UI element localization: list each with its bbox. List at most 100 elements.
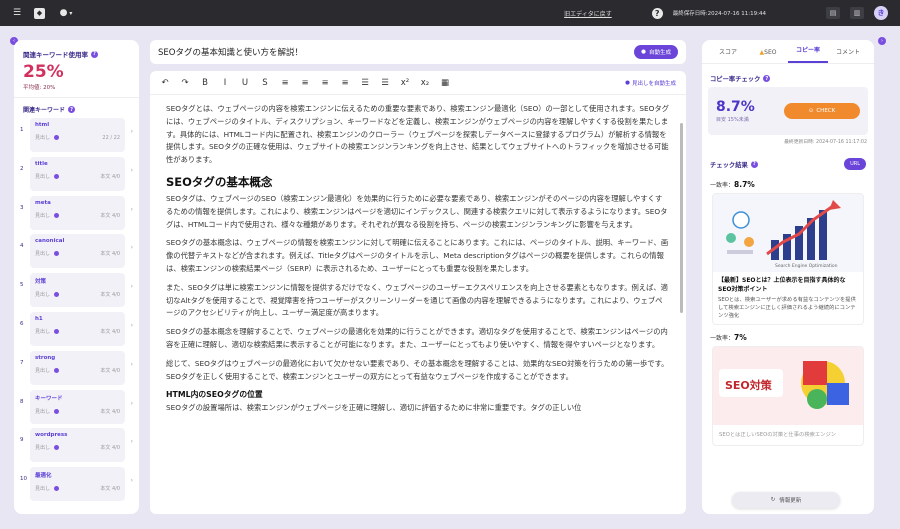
keyword-card[interactable]: wordpress 見出し 本文 4/0 [30,428,125,463]
expand-icon[interactable]: › [125,273,133,290]
expand-icon[interactable]: › [125,428,133,445]
align-justify-icon[interactable]: ≡ [340,78,350,88]
keyword-name: meta [35,199,51,206]
old-editor-link[interactable]: 旧エディタに戻す [564,9,612,18]
expand-icon[interactable]: › [125,312,133,329]
keyword-rank: 7 [20,359,24,366]
copy-rate-card: 8.7% 目安 15%未満 ⊙ CHECK [708,87,868,135]
keyword-name: html [35,122,50,128]
keyword-row[interactable]: 7 strong 見出し 本文 4/0 › [20,350,133,390]
tab-comment[interactable]: コメント [828,47,868,63]
right-collapse-icon[interactable]: › [878,37,886,45]
keyword-count: 本文 4/0 [100,292,120,299]
keyword-card[interactable]: h1 見出し 本文 4/0 [30,311,125,346]
ai-generate-label: 自動生成 [648,50,671,56]
result-card-1[interactable]: Search Engine Optimization 【最新】SEOとは？上位表… [712,193,864,325]
expand-icon[interactable]: › [125,196,133,213]
results-url-button[interactable]: URL [844,158,866,170]
keyword-meta: 見出し 本文 4/0 [35,408,120,415]
keyword-card[interactable]: strong 見出し 本文 4/0 [30,350,125,385]
keyword-row[interactable]: 4 canonical 見出し 本文 4/0 › [20,234,133,273]
expand-icon[interactable]: › [125,351,133,368]
view-list-icon[interactable]: ▤ [826,7,840,19]
tab-seo[interactable]: ▲SEO [748,49,788,63]
keyword-row[interactable]: 6 h1 見出し 本文 4/0 › [20,311,133,351]
auto-heading-label: 見出しを自動生成 [631,80,676,87]
strikethrough-icon[interactable]: S [260,78,270,88]
scrollbar[interactable] [680,123,683,313]
keyword-row[interactable]: 9 wordpress 見出し 本文 4/0 › [20,428,133,467]
keyword-meta: 見出し 本文 4/0 [35,444,120,451]
tab-score[interactable]: スコア [708,47,748,63]
match-rate-2: 一致率：7% [702,325,874,346]
check-button[interactable]: ⊙ CHECK [784,103,860,119]
analysis-panel: スコア ▲SEO コピー率 コメント コピー率チェック ? 8.7% 目安 15… [702,40,874,514]
result-description: SEOとは、検索ユーザーが求める有益なコンテンツを提供して検索エンジンに正しく評… [718,297,856,319]
undo-icon[interactable]: ↶ [160,78,170,88]
expand-icon[interactable]: › [125,118,133,135]
keyword-card[interactable]: canonical 見出し 本文 4/0 [30,234,125,269]
superscript-icon[interactable]: x² [400,78,410,88]
info-icon[interactable]: ? [750,160,758,168]
numbered-list-icon[interactable]: ☰ [380,78,390,88]
help-icon[interactable]: ? [651,7,663,19]
keyword-card[interactable]: title 見出し 本文 4/0 [30,156,125,191]
keyword-row[interactable]: 5 対策 見出し 本文 4/0 › [20,273,133,312]
status-dot-icon [54,486,60,492]
keyword-card[interactable]: html 見出し 22 / 22 [30,118,125,152]
expand-icon[interactable]: › [125,467,133,484]
avatar[interactable]: き [874,6,888,20]
tab-copy-rate[interactable]: コピー率 [788,45,828,63]
align-right-icon[interactable]: ≡ [320,78,330,88]
keyword-count: 本文 4/0 [100,173,120,180]
match-rate-value: 7% [734,333,747,342]
match-rate-label: 一致率： [710,335,735,342]
keyword-card[interactable]: 最適化 見出し 本文 4/0 [30,467,125,502]
workspace-icon[interactable]: ● ▾ [55,6,77,20]
align-left-icon[interactable]: ≡ [280,78,290,88]
underline-icon[interactable]: U [240,78,250,88]
align-center-icon[interactable]: ≡ [300,78,310,88]
info-icon[interactable]: ? [91,50,98,58]
result-card-2[interactable]: SEO対策 SEOとは正しいSEOの対策と仕事の検索エンジン [712,346,864,446]
refresh-button[interactable]: ↻ 情報更新 [732,492,840,508]
ai-generate-button[interactable]: ● 自動生成 [634,45,678,59]
keyword-card[interactable]: キーワード 見出し 本文 4/0 [30,389,125,424]
keyword-status: 見出し [35,408,51,415]
paragraph: SEOタグの基本概念は、ウェブページの情報を検索エンジンに対して明確に伝えること… [166,238,669,273]
app-logo-icon[interactable]: ◆ [34,7,45,19]
keyword-meta: 見出し 本文 4/0 [35,367,120,374]
keyword-row[interactable]: 2 title 見出し 本文 4/0 › [20,156,133,196]
italic-icon[interactable]: I [220,78,230,88]
view-split-icon[interactable]: ▥ [850,7,864,19]
paragraph: SEOタグの基本概念を理解することで、ウェブページの最適化を効果的に行うことがで… [166,327,668,349]
keyword-rank: 9 [20,437,24,444]
copy-check-header: コピー率チェック ? [702,64,874,87]
keyword-row[interactable]: 10 最適化 見出し 本文 4/0 › [20,467,133,506]
menu-icon[interactable]: ☰ [10,6,24,20]
info-icon[interactable]: ? [68,106,76,113]
info-icon[interactable]: ? [763,75,771,82]
keyword-row[interactable]: 3 meta 見出し 本文 4/0 › [20,195,133,235]
keyword-row[interactable]: 1 html 見出し 22 / 22 › [20,118,133,157]
status-dot-icon [54,292,60,298]
expand-icon[interactable]: › [125,234,133,251]
article-title-input[interactable]: SEOタグの基本知識と使い方を解説！ [158,46,303,58]
auto-heading-button[interactable]: ● 見出しを自動生成 [625,79,676,87]
tab-seo-label: SEO [764,49,777,56]
editor-toolbar: ↶ ↷ B I U S ≡ ≡ ≡ ≡ ☰ ☰ x² x₂ ▦ ● 見出しを自動生成 [150,71,686,95]
keyword-row[interactable]: 8 キーワード 見出し 本文 4/0 › [20,389,133,429]
subscript-icon[interactable]: x₂ [420,78,430,88]
expand-icon[interactable]: › [125,390,133,407]
bold-icon[interactable]: B [200,78,210,88]
result-title: 【最新】SEOとは？上位表示を目指す具体的なSEO対策ポイント [718,277,846,293]
table-icon[interactable]: ▦ [440,78,450,88]
document-body[interactable]: SEOタグとは、ウェブページの内容を検索エンジンに伝えるための重要な要素であり、… [150,95,686,514]
keyword-card[interactable]: 対策 見出し 本文 4/0 [30,273,125,308]
bullet-list-icon[interactable]: ☰ [360,78,370,88]
keyword-card[interactable]: meta 見出し 本文 4/0 [30,195,125,230]
keyword-count: 22 / 22 [102,134,120,141]
redo-icon[interactable]: ↷ [180,78,190,88]
keyword-status: 見出し [35,135,51,141]
expand-icon[interactable]: › [125,157,133,174]
